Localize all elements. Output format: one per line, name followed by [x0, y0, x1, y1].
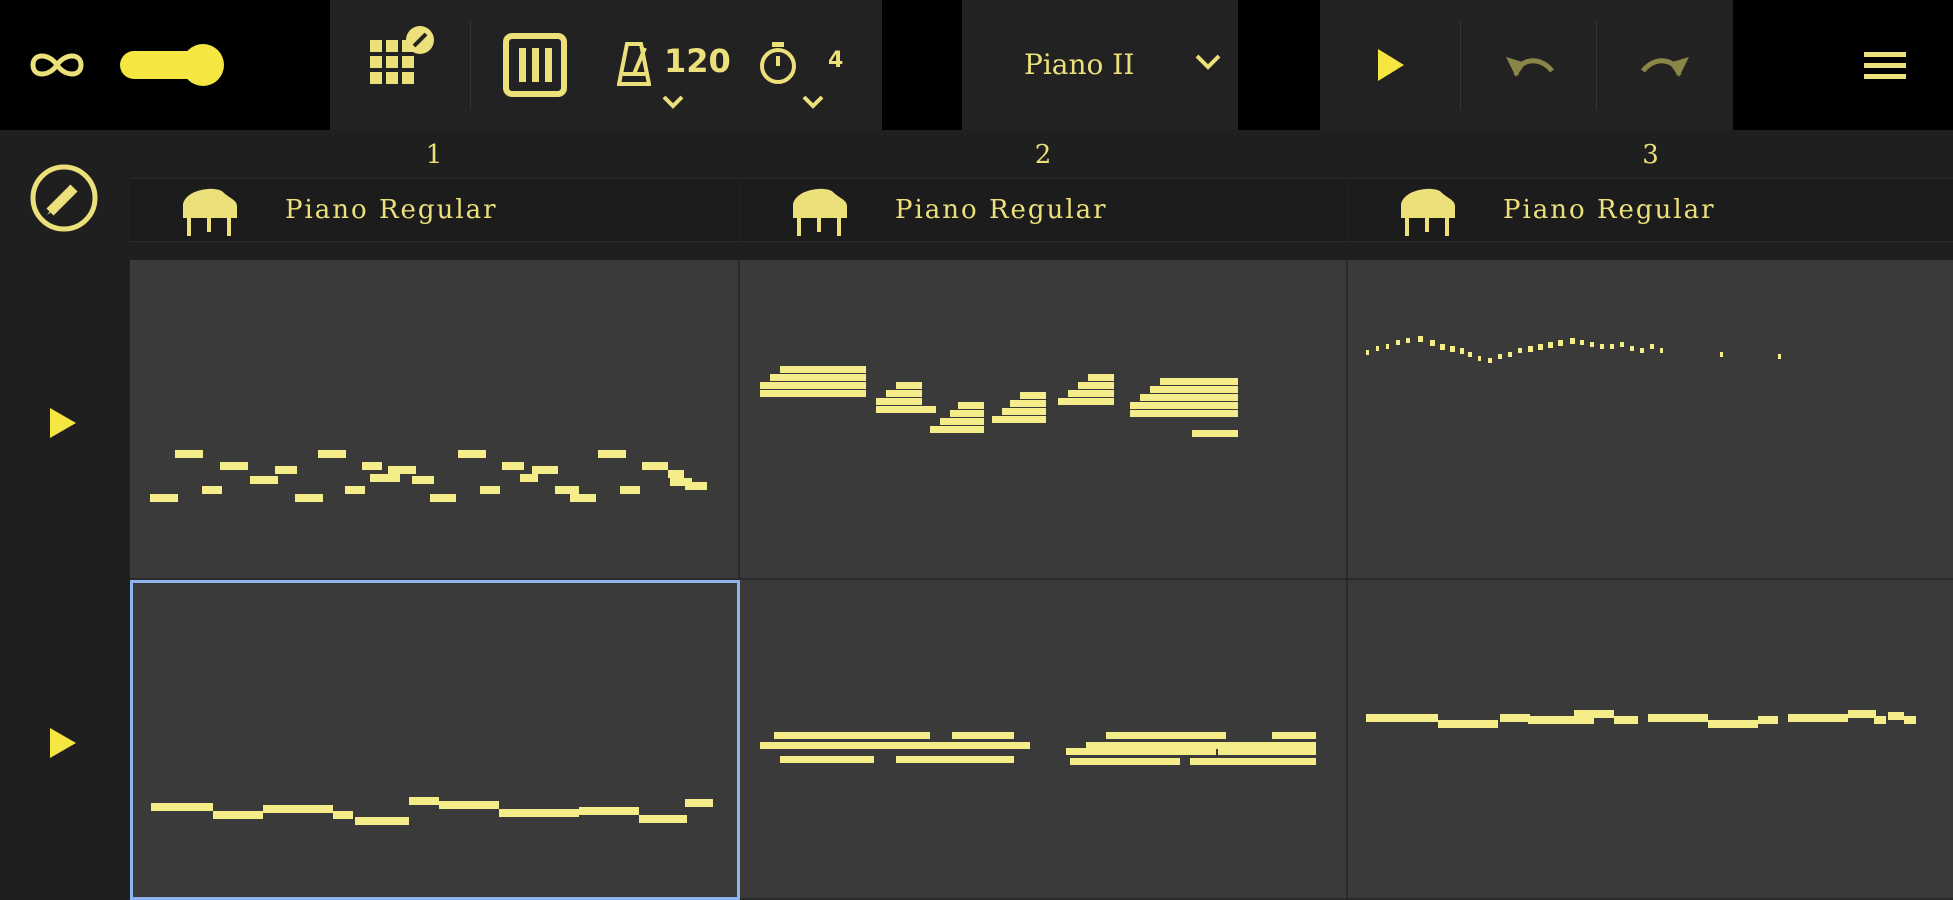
pattern-cell[interactable]	[740, 580, 1348, 900]
undo-icon[interactable]	[1495, 40, 1565, 90]
loop-icon[interactable]	[22, 40, 92, 90]
column-number: 1	[425, 140, 443, 170]
row-controls	[0, 260, 130, 900]
pattern-cell[interactable]	[1348, 580, 1953, 900]
tempo-value[interactable]: 120	[664, 42, 731, 80]
column-number: 2	[1034, 140, 1052, 170]
top-toolbar: 120 4 Piano II	[0, 0, 1953, 130]
grand-piano-icon	[1393, 181, 1461, 241]
instrument-name: Piano Regular	[285, 195, 498, 225]
loop-toggle-switch[interactable]	[118, 40, 228, 90]
play-icon[interactable]	[1360, 40, 1420, 90]
column-header[interactable]: 2 Piano Regular	[740, 130, 1346, 260]
pattern-cell-selected[interactable]	[130, 580, 740, 900]
redo-icon[interactable]	[1630, 40, 1700, 90]
pattern-cell[interactable]	[1348, 260, 1953, 580]
pencil-icon[interactable]	[26, 160, 102, 236]
tempo-chevron-down-icon[interactable]	[658, 90, 688, 114]
metronome-icon[interactable]	[616, 38, 652, 88]
row-play-icon[interactable]	[42, 720, 82, 766]
column-number: 3	[1642, 140, 1659, 170]
column-instrument[interactable]: Piano Regular	[1348, 178, 1953, 242]
column-header[interactable]: 1 Piano Regular	[130, 130, 738, 260]
timer-icon[interactable]	[756, 38, 800, 88]
pattern-cell[interactable]	[740, 260, 1348, 580]
column-instrument[interactable]: Piano Regular	[130, 178, 738, 242]
pattern-cell[interactable]	[130, 260, 740, 580]
column-header[interactable]: 3 Piano Regular	[1348, 130, 1953, 260]
instrument-selector-label: Piano II	[1024, 48, 1135, 81]
instrument-name: Piano Regular	[895, 195, 1108, 225]
bars-value[interactable]: 4	[828, 48, 843, 73]
row-play-icon[interactable]	[42, 400, 82, 446]
chevron-down-icon	[1192, 50, 1224, 74]
instrument-selector[interactable]: Piano II	[962, 0, 1238, 130]
grand-piano-icon	[175, 181, 243, 241]
grand-piano-icon	[785, 181, 853, 241]
menu-icon[interactable]	[1858, 44, 1912, 88]
column-instrument[interactable]: Piano Regular	[740, 178, 1346, 242]
bars-chevron-down-icon[interactable]	[798, 90, 828, 114]
instrument-name: Piano Regular	[1503, 195, 1716, 225]
pad-grid-edit-icon[interactable]	[362, 22, 442, 102]
piano-roll-icon[interactable]	[500, 30, 570, 100]
